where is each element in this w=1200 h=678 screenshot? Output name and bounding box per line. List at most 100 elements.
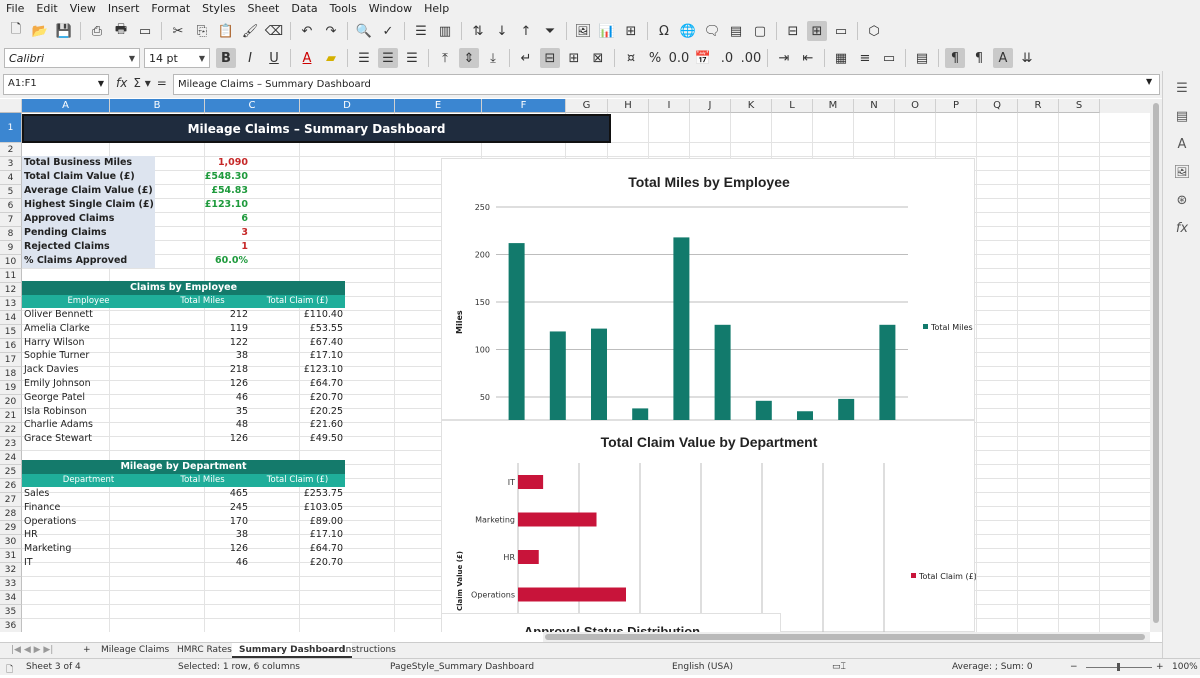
clone-formatting-icon[interactable]: 🖌 (240, 21, 260, 41)
export-pdf-icon[interactable]: ⎙ (87, 21, 107, 41)
column-header[interactable]: N (854, 99, 895, 113)
row-header[interactable]: 15 (0, 325, 22, 339)
row-header[interactable]: 26 (0, 479, 22, 493)
horizontal-scrollbar[interactable] (543, 632, 1150, 642)
row-header[interactable]: 34 (0, 591, 22, 605)
gallery-icon[interactable]: 🖼 (1172, 163, 1192, 183)
function-wizard-icon[interactable]: fx (116, 76, 127, 90)
delete-decimal-icon[interactable]: .00 (741, 48, 762, 68)
formula-input[interactable]: Mileage Claims – Summary Dashboard (173, 74, 1160, 95)
row-header[interactable]: 28 (0, 507, 22, 521)
column-header[interactable]: R (1018, 99, 1059, 113)
row-header[interactable]: 27 (0, 493, 22, 507)
row-header[interactable]: 21 (0, 409, 22, 423)
column-header[interactable]: O (895, 99, 936, 113)
unmerge-cells-icon[interactable]: ⊠ (588, 48, 608, 68)
row-header[interactable]: 19 (0, 381, 22, 395)
zoom-out-icon[interactable]: − (1070, 662, 1078, 672)
redo-icon[interactable]: ↷ (321, 21, 341, 41)
vertical-text-alt-icon[interactable]: ⇊ (1017, 48, 1037, 68)
borders-icon[interactable]: ▦ (831, 48, 851, 68)
comment-icon[interactable]: 🗨 (702, 21, 722, 41)
column-header[interactable]: C (205, 99, 300, 113)
hyperlink-icon[interactable]: 🌐 (678, 21, 698, 41)
merge-center-icon[interactable]: ⊟ (540, 48, 560, 68)
row-header[interactable]: 30 (0, 535, 22, 549)
menu-styles[interactable]: Styles (196, 0, 241, 17)
vertical-text-icon[interactable]: A (993, 48, 1013, 68)
row-header[interactable]: 18 (0, 367, 22, 381)
spelling-icon[interactable]: ✓ (378, 21, 398, 41)
row-header[interactable]: 29 (0, 521, 22, 535)
split-window-icon[interactable]: ⊞ (807, 21, 827, 41)
zoom-in-icon[interactable]: + (1156, 662, 1164, 672)
row-header[interactable]: 25 (0, 465, 22, 479)
align-top-icon[interactable]: ⤒ (435, 48, 455, 68)
first-sheet-icon[interactable]: |◀ ◀ ▶ ▶| (4, 643, 60, 658)
column-header[interactable]: J (690, 99, 731, 113)
print-preview-icon[interactable]: ▭ (135, 21, 155, 41)
conditional-format-icon[interactable]: ▤ (912, 48, 932, 68)
row-header[interactable]: 36 (0, 619, 22, 632)
row-header[interactable]: 6 (0, 199, 22, 213)
row-header[interactable]: 35 (0, 605, 22, 619)
sheet-tab[interactable]: HMRC Rates (170, 643, 239, 658)
column-header[interactable]: M (813, 99, 854, 113)
row-header[interactable]: 17 (0, 353, 22, 367)
sheet-tab[interactable]: Instructions (336, 643, 403, 658)
show-draw-functions-icon[interactable]: ▭ (831, 21, 851, 41)
row-header[interactable]: 9 (0, 241, 22, 255)
new-document-icon[interactable]: 🗋 (6, 21, 26, 41)
row-header[interactable]: 4 (0, 171, 22, 185)
left-to-right-icon[interactable]: ¶ (945, 48, 965, 68)
currency-format-icon[interactable]: ¤ (621, 48, 641, 68)
percent-format-icon[interactable]: % (645, 48, 665, 68)
column-header[interactable]: F (482, 99, 566, 113)
wrap-text-icon[interactable]: ↵ (516, 48, 536, 68)
undo-icon[interactable]: ↶ (297, 21, 317, 41)
sheet-tab-active[interactable]: Summary Dashboard (232, 643, 353, 658)
expand-formula-icon[interactable]: ▼ (1146, 77, 1152, 86)
functions-icon[interactable]: fx (1172, 219, 1192, 239)
open-folder-icon[interactable]: 📂 (30, 21, 50, 41)
date-format-icon[interactable]: 📅 (693, 48, 713, 68)
row-header[interactable]: 33 (0, 577, 22, 591)
column-header[interactable]: I (649, 99, 690, 113)
align-bottom-icon[interactable]: ⤓ (483, 48, 503, 68)
shapes-icon[interactable]: ⬡ (864, 21, 884, 41)
font-color-icon[interactable]: A (297, 48, 317, 68)
column-header[interactable]: H (608, 99, 649, 113)
row-header[interactable]: 16 (0, 339, 22, 353)
find-replace-icon[interactable]: 🔍 (354, 21, 374, 41)
row-header[interactable]: 20 (0, 395, 22, 409)
sort-ascending-icon[interactable]: ↓ (492, 21, 512, 41)
row-icon[interactable]: ☰ (411, 21, 431, 41)
menu-file[interactable]: File (0, 0, 30, 17)
menu-edit[interactable]: Edit (30, 0, 63, 17)
freeze-rows-columns-icon[interactable]: ⊟ (783, 21, 803, 41)
font-name-combo[interactable]: Calibri ▼ (4, 48, 140, 68)
vertical-scrollbar[interactable] (1150, 99, 1162, 632)
zoom-slider-handle[interactable] (1117, 663, 1120, 671)
right-to-left-icon[interactable]: ¶ (969, 48, 989, 68)
column-header[interactable]: L (772, 99, 813, 113)
row-header[interactable]: 8 (0, 227, 22, 241)
column-header[interactable]: D (300, 99, 395, 113)
row-header[interactable]: 3 (0, 157, 22, 171)
align-right-icon[interactable]: ☰ (402, 48, 422, 68)
border-style-icon[interactable]: ≡ (855, 48, 875, 68)
page-style[interactable]: PageStyle_Summary Dashboard (390, 662, 534, 672)
column-header[interactable]: K (731, 99, 772, 113)
row-header[interactable]: 2 (0, 143, 22, 157)
column-header[interactable]: G (566, 99, 608, 113)
row-header[interactable]: 32 (0, 563, 22, 577)
scroll-thumb[interactable] (545, 634, 1145, 640)
add-decimal-icon[interactable]: .0 (717, 48, 737, 68)
column-icon[interactable]: ▥ (435, 21, 455, 41)
row-header[interactable]: 23 (0, 437, 22, 451)
increase-indent-icon[interactable]: ⇥ (774, 48, 794, 68)
scroll-thumb[interactable] (1153, 103, 1159, 623)
menu-format[interactable]: Format (145, 0, 196, 17)
headers-footers-icon[interactable]: ▤ (726, 21, 746, 41)
align-middle-icon[interactable]: ⇕ (459, 48, 479, 68)
